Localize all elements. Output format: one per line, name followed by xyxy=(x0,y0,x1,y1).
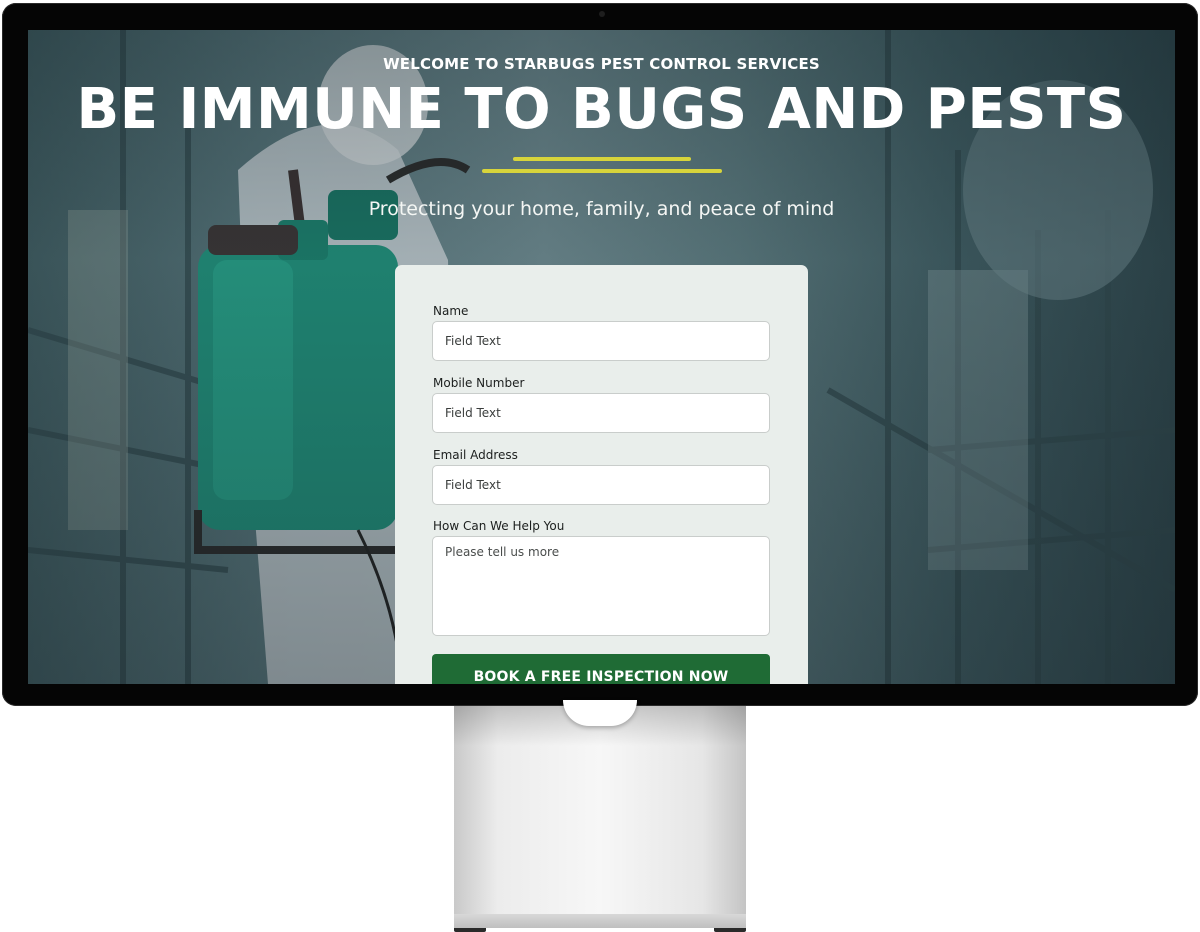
hero-headline: BE IMMUNE TO BUGS AND PESTS xyxy=(76,77,1127,142)
stand-foot-left xyxy=(454,928,486,932)
mobile-input[interactable] xyxy=(432,393,770,433)
help-label: How Can We Help You xyxy=(433,519,565,533)
stand-base xyxy=(454,914,746,928)
name-label: Name xyxy=(433,304,469,318)
stand-foot-right xyxy=(714,928,746,932)
email-label: Email Address xyxy=(433,448,518,462)
camera-icon xyxy=(599,11,605,17)
name-input[interactable] xyxy=(432,321,770,361)
monitor-screen: WELCOME TO STARBUGS PEST CONTROL SERVICE… xyxy=(28,30,1175,684)
book-inspection-button[interactable]: BOOK A FREE INSPECTION NOW xyxy=(432,654,770,684)
accent-rule-bottom xyxy=(482,169,722,173)
help-textarea[interactable] xyxy=(432,536,770,636)
hero-eyebrow: WELCOME TO STARBUGS PEST CONTROL SERVICE… xyxy=(383,55,820,73)
accent-rule-top xyxy=(513,157,691,161)
monitor-bezel: WELCOME TO STARBUGS PEST CONTROL SERVICE… xyxy=(2,3,1198,706)
inspection-form-card: Name Mobile Number Email Address How Can… xyxy=(395,265,808,684)
mobile-label: Mobile Number xyxy=(433,376,525,390)
email-input[interactable] xyxy=(432,465,770,505)
hero-subtitle: Protecting your home, family, and peace … xyxy=(368,198,835,220)
